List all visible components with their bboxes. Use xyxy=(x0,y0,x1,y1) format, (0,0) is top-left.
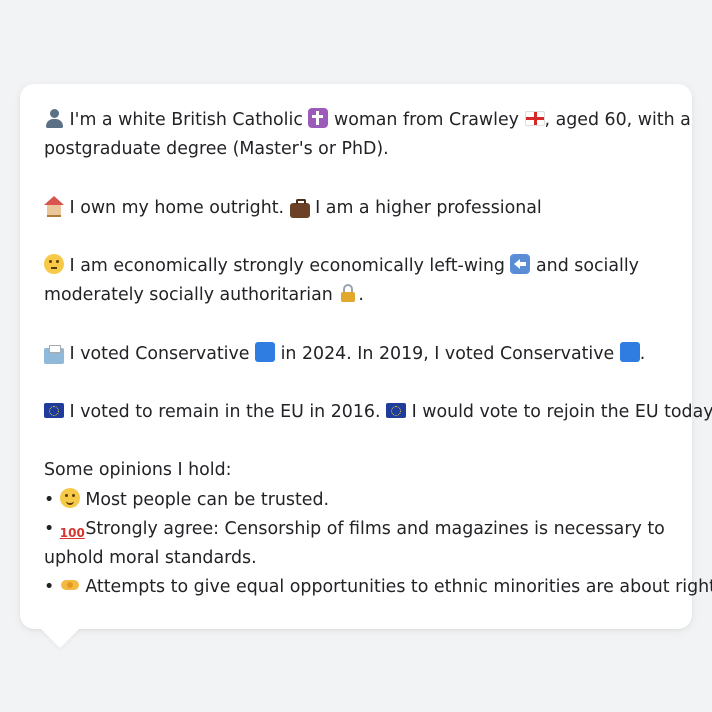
ideology-paragraph: I am economically strongly economically … xyxy=(44,252,668,310)
opinion-continuation: uphold moral standards. xyxy=(44,547,257,568)
opinion-text: Most people can be trusted. xyxy=(85,489,330,510)
lock-icon xyxy=(338,283,358,303)
identity-line-1: I'm a white British Catholic woman from … xyxy=(44,106,691,135)
vote-paragraph: I voted Conservative in 2024. In 2019, I… xyxy=(44,340,668,369)
bullet: • xyxy=(44,518,55,539)
ballot-box-icon xyxy=(44,344,64,364)
opinion-item: • Attempts to give equal opportunities t… xyxy=(44,573,712,602)
vote-text-b: in 2024. In 2019, I voted Conservative xyxy=(280,343,615,364)
bullet: • xyxy=(44,577,55,598)
opinion-item: • Most people can be trusted. xyxy=(44,486,668,515)
home-text: I own my home outright. xyxy=(69,197,285,218)
vote-end: . xyxy=(639,343,646,364)
persona-message-bubble: I'm a white British Catholic woman from … xyxy=(20,84,712,629)
handshake-icon xyxy=(60,575,80,595)
briefcase-icon xyxy=(289,198,310,218)
eu-paragraph: I voted to remain in the EU in 2016. I w… xyxy=(44,398,712,427)
econ-text: I am economically strongly economically … xyxy=(69,255,505,276)
opinions-paragraph: Some opinions I hold: • Most people can … xyxy=(44,456,712,602)
hundred-points-icon xyxy=(60,523,80,543)
vote-text-a: I voted Conservative xyxy=(69,343,250,364)
social-text: moderately socially authoritarian xyxy=(44,285,333,306)
opinion-item: • Strongly agree: Censorship of films an… xyxy=(44,515,668,544)
eu-text-b: I would vote to rejoin the EU today. xyxy=(411,401,712,422)
eu-flag-icon xyxy=(44,402,64,418)
social-end: . xyxy=(358,285,364,306)
identity-line-2: postgraduate degree (Master's or PhD). xyxy=(44,139,389,160)
smiling-face-icon xyxy=(59,487,80,508)
housing-job-paragraph: I own my home outright. I am a higher pr… xyxy=(44,194,668,223)
bullet: • xyxy=(44,489,55,510)
opinions-heading: Some opinions I hold: xyxy=(44,460,232,481)
bubble-tail xyxy=(40,628,80,648)
blue-square-icon xyxy=(619,341,640,362)
identity-text: I'm a white British Catholic xyxy=(69,110,303,130)
econ-text-b: and socially xyxy=(536,255,639,276)
eu-flag-icon xyxy=(386,402,407,418)
england-flag-icon xyxy=(524,111,545,126)
latin-cross-icon xyxy=(308,108,329,128)
left-arrow-icon xyxy=(510,253,531,274)
identity-text-c: , aged 60, with a xyxy=(544,110,691,130)
identity-paragraph: I'm a white British Catholic woman from … xyxy=(44,106,691,164)
identity-text-b: woman from Crawley xyxy=(333,110,519,130)
opinion-text: Strongly agree: Censorship of films and … xyxy=(85,518,665,539)
person-icon xyxy=(44,108,64,128)
house-icon xyxy=(44,195,64,217)
opinion-text: Attempts to give equal opportunities to … xyxy=(85,577,712,598)
thinking-face-icon xyxy=(44,253,64,274)
eu-text-a: I voted to remain in the EU in 2016. xyxy=(69,401,381,422)
job-text: I am a higher professional xyxy=(315,197,542,218)
blue-square-icon xyxy=(255,341,276,362)
